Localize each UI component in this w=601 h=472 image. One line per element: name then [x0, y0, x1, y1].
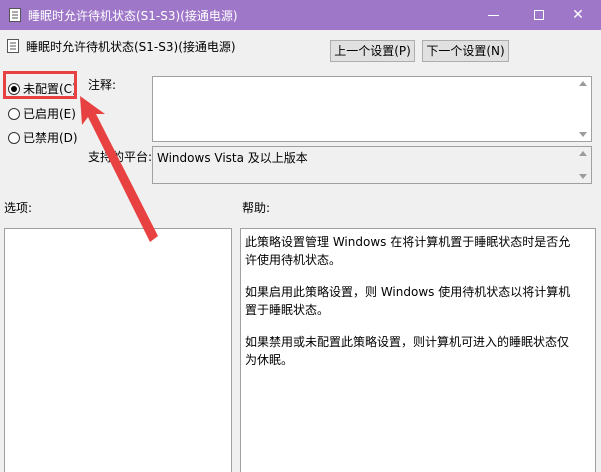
radio-disabled[interactable]: 已禁用(D) [8, 129, 78, 146]
options-pane [4, 228, 232, 472]
help-label: 帮助: [242, 201, 271, 215]
policy-title: 睡眠时允许待机状态(S1-S3)(接通电源) [26, 40, 236, 54]
scroll-down-icon[interactable] [579, 174, 587, 179]
next-setting-button[interactable]: 下一个设置(N) [422, 40, 509, 62]
supported-platform-value: Windows Vista 及以上版本 [157, 151, 308, 165]
radio-button[interactable] [8, 131, 20, 144]
radio-enabled[interactable]: 已启用(E) [8, 105, 76, 122]
supported-platform-label: 支持的平台: [88, 150, 153, 164]
help-paragraph: 此策略设置管理 Windows 在将计算机置于睡眠状态时是否允许使用待机状态。 [245, 235, 571, 267]
annotation-highlight-box [3, 71, 77, 99]
scroll-up-icon[interactable] [579, 81, 587, 86]
window-title: 睡眠时允许待机状态(S1-S3)(接通电源) [28, 9, 238, 23]
scroll-down-icon[interactable] [579, 132, 587, 137]
minimize-icon [487, 14, 499, 16]
policy-document-icon [9, 8, 21, 22]
close-icon: ✕ [572, 7, 584, 23]
previous-setting-button[interactable]: 上一个设置(P) [330, 40, 415, 62]
options-label: 选项: [4, 201, 33, 215]
minimize-button[interactable] [470, 0, 516, 30]
close-button[interactable]: ✕ [555, 0, 601, 30]
policy-document-icon [7, 39, 19, 53]
help-paragraph: 如果禁用或未配置此策略设置，则计算机可进入的睡眠状态仅为休眠。 [245, 335, 570, 367]
comment-scrollbar[interactable] [576, 77, 591, 141]
title-bar: 睡眠时允许待机状态(S1-S3)(接通电源) ✕ [0, 0, 601, 30]
maximize-icon [534, 10, 544, 20]
radio-label-enabled: 已启用(E) [23, 107, 76, 121]
radio-button[interactable] [8, 107, 20, 120]
annotation-arrow-shape [80, 96, 158, 242]
comment-input[interactable] [152, 76, 592, 142]
platform-scrollbar[interactable] [576, 147, 591, 183]
scroll-up-icon[interactable] [579, 151, 587, 156]
radio-label-disabled: 已禁用(D) [23, 131, 78, 145]
help-pane: 此策略设置管理 Windows 在将计算机置于睡眠状态时是否允许使用待机状态。 … [240, 228, 596, 472]
help-paragraph: 如果启用此策略设置，则 Windows 使用待机状态以将计算机置于睡眠状态。 [245, 285, 571, 317]
comment-label: 注释: [88, 78, 117, 92]
supported-platform-field: Windows Vista 及以上版本 [152, 146, 592, 184]
